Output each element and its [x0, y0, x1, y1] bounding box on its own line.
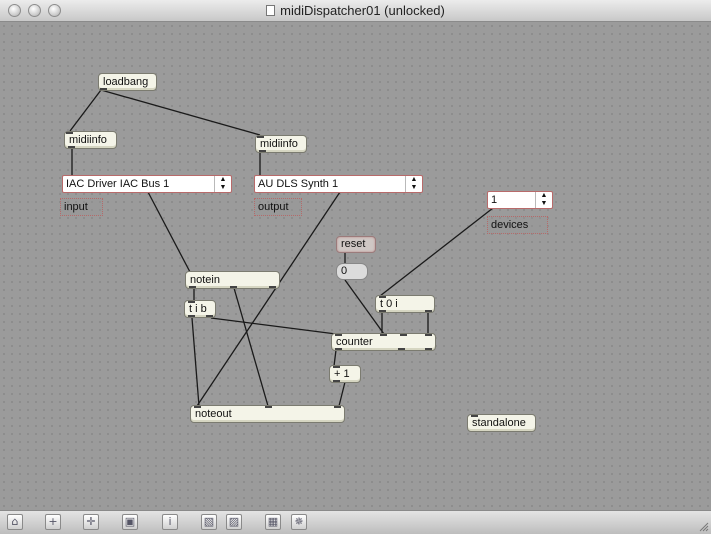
- output-comment: output: [254, 198, 302, 216]
- plus-one-outlet[interactable]: [333, 380, 340, 382]
- midiinfo-right-outlet[interactable]: [259, 150, 266, 152]
- output-device-menu[interactable]: AU DLS Synth 1 ▲ ▼: [254, 175, 423, 193]
- counter-inlet-2[interactable]: [380, 334, 387, 336]
- cord-counter-plus1: [333, 349, 337, 367]
- counter-object[interactable]: counter: [331, 333, 436, 351]
- patcher-window: midiDispatcher01 (unlocked) loadbang mid…: [0, 0, 711, 534]
- midiinfo-right-inlet[interactable]: [257, 136, 264, 138]
- midiinfo-left-outlet[interactable]: [68, 146, 75, 148]
- trigger-t0i-object[interactable]: t 0 i: [375, 295, 435, 313]
- cord-output-umenu-noteout: [196, 191, 341, 407]
- patch-canvas[interactable]: loadbang midiinfo midiinfo IAC Driver IA…: [0, 22, 711, 510]
- title-bar[interactable]: midiDispatcher01 (unlocked): [0, 0, 711, 22]
- devices-menu[interactable]: 1 ▲ ▼: [487, 191, 553, 209]
- lock-icon[interactable]: ⌂: [7, 514, 23, 530]
- notein-object[interactable]: notein: [185, 271, 280, 289]
- cord-loadbang-midiinfo-right: [100, 89, 261, 136]
- tib-outlet-int[interactable]: [188, 315, 195, 317]
- tib-outlet-bang[interactable]: [206, 315, 213, 317]
- cord-input-umenu-notein: [147, 191, 191, 273]
- midiinfo-left-label: midiinfo: [69, 134, 107, 146]
- reset-message[interactable]: reset: [336, 236, 376, 253]
- counter-outlet-3[interactable]: [425, 348, 432, 350]
- window-title-wrap: midiDispatcher01 (unlocked): [0, 3, 711, 18]
- midiinfo-right-object[interactable]: midiinfo: [255, 135, 307, 153]
- document-icon: [266, 5, 276, 16]
- standalone-object[interactable]: standalone: [467, 414, 536, 432]
- counter-outlet-1[interactable]: [335, 348, 342, 350]
- inspector-icon[interactable]: i: [162, 514, 178, 530]
- cord-notein-noteout-velocity: [233, 287, 269, 407]
- counter-inlet-4[interactable]: [425, 334, 432, 336]
- patcher-toolbar: ⌂ + ✛ ▣ i ▧ ▨ ▦ ✵: [0, 510, 711, 534]
- input-device-value: IAC Driver IAC Bus 1: [66, 178, 170, 190]
- cord-tib-noteout: [191, 317, 200, 407]
- devices-value: 1: [491, 194, 498, 206]
- window-title: midiDispatcher01 (unlocked): [280, 3, 445, 18]
- counter-inlet-3[interactable]: [400, 334, 407, 336]
- tib-label: t i b: [189, 303, 207, 315]
- input-comment: input: [60, 198, 103, 216]
- noteout-label: noteout: [195, 408, 232, 420]
- midiinfo-right-label: midiinfo: [260, 138, 298, 150]
- t0i-outlet-zero[interactable]: [379, 310, 386, 312]
- noteout-inlet-velocity[interactable]: [265, 406, 272, 408]
- t0i-inlet[interactable]: [379, 296, 386, 298]
- standalone-inlet[interactable]: [471, 415, 478, 417]
- notein-outlet-channel[interactable]: [269, 286, 276, 288]
- grid-icon[interactable]: ▦: [265, 514, 281, 530]
- noteout-inlet-pitch[interactable]: [194, 406, 201, 408]
- notein-label: notein: [190, 274, 220, 286]
- input-device-menu[interactable]: IAC Driver IAC Bus 1 ▲ ▼: [62, 175, 232, 193]
- cord-devices-umenu-t0i: [379, 207, 494, 297]
- devices-menu-arrows-icon[interactable]: ▲ ▼: [535, 192, 552, 208]
- loadbang-outlet[interactable]: [100, 88, 107, 90]
- loadbang-object[interactable]: loadbang: [98, 73, 157, 91]
- counter-label: counter: [336, 336, 373, 348]
- cord-tib-counter: [210, 317, 337, 335]
- resize-grip-icon[interactable]: [697, 520, 709, 532]
- settings-icon[interactable]: ✵: [291, 514, 307, 530]
- plus-one-object[interactable]: + 1: [329, 365, 361, 383]
- cord-plus1-noteout: [338, 381, 346, 407]
- new-object-icon[interactable]: +: [45, 514, 61, 530]
- standalone-label: standalone: [472, 417, 526, 429]
- move-icon[interactable]: ✛: [83, 514, 99, 530]
- arrange-back-icon[interactable]: ▨: [226, 514, 242, 530]
- output-menu-arrows-icon[interactable]: ▲ ▼: [405, 176, 422, 192]
- loadbang-label: loadbang: [103, 76, 149, 88]
- presentation-icon[interactable]: ▣: [122, 514, 138, 530]
- counter-number-box[interactable]: 0: [336, 263, 368, 280]
- t0i-label: t 0 i: [380, 298, 398, 310]
- tib-inlet[interactable]: [188, 301, 195, 303]
- output-device-value: AU DLS Synth 1: [258, 178, 339, 190]
- counter-inlet-1[interactable]: [335, 334, 342, 336]
- midiinfo-left-object[interactable]: midiinfo: [64, 131, 117, 149]
- midiinfo-left-inlet[interactable]: [66, 132, 73, 134]
- devices-comment: devices: [487, 216, 548, 234]
- counter-outlet-2[interactable]: [398, 348, 405, 350]
- notein-outlet-velocity[interactable]: [230, 286, 237, 288]
- arrange-front-icon[interactable]: ▧: [201, 514, 217, 530]
- noteout-object[interactable]: noteout: [190, 405, 345, 423]
- trigger-tib-object[interactable]: t i b: [184, 300, 216, 318]
- plus-one-inlet[interactable]: [333, 366, 340, 368]
- plus-one-label: + 1: [334, 368, 350, 380]
- notein-outlet-pitch[interactable]: [189, 286, 196, 288]
- cord-loadbang-midiinfo-left: [69, 89, 102, 132]
- t0i-outlet-int[interactable]: [425, 310, 432, 312]
- input-menu-arrows-icon[interactable]: ▲ ▼: [214, 176, 231, 192]
- noteout-inlet-channel[interactable]: [334, 406, 341, 408]
